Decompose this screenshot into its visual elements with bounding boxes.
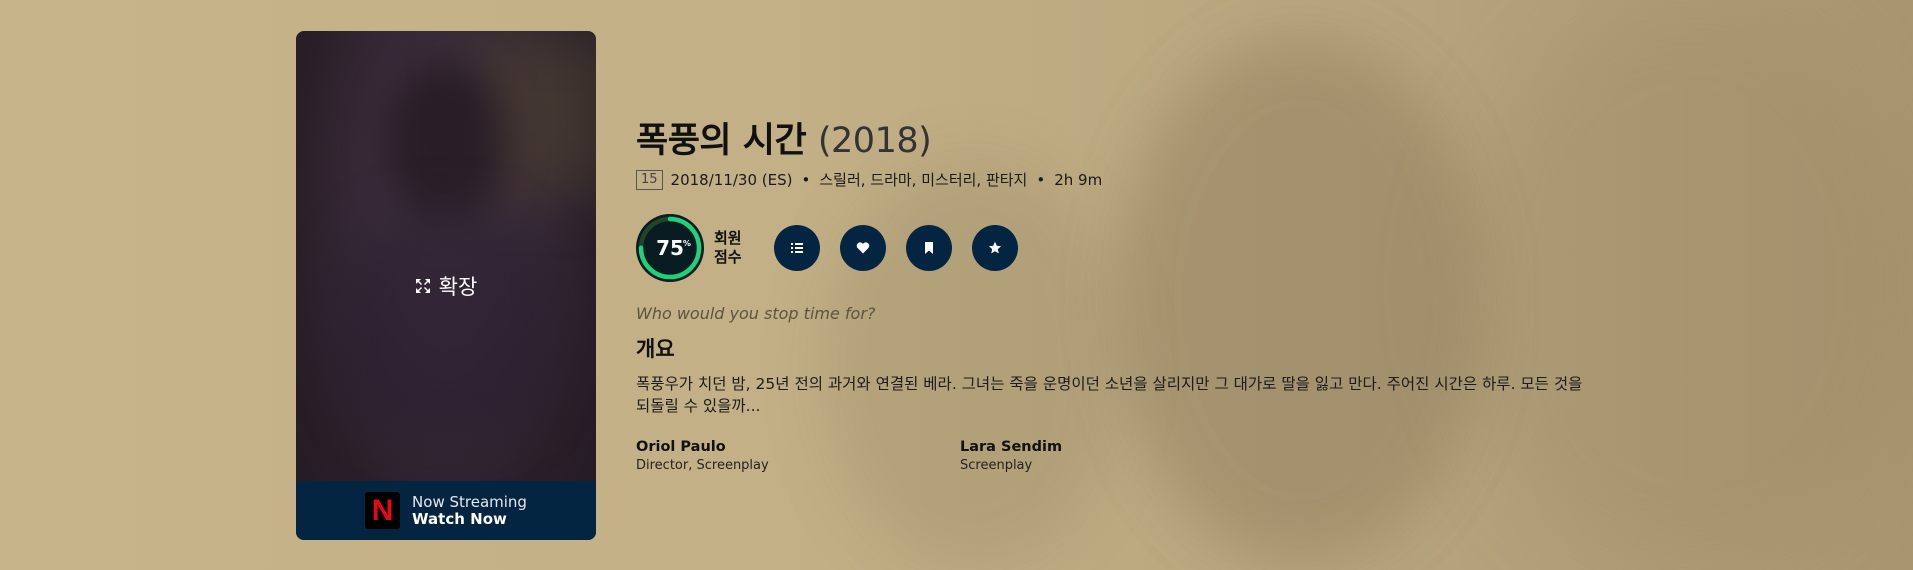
crew-member: Oriol Paulo Director, Screenplay [636,439,960,473]
score-label: 회원 점수 [714,229,742,266]
rate-button[interactable] [972,225,1018,271]
tagline: Who would you stop time for? [636,304,876,323]
score-value: 75 [656,236,684,260]
actions-bar: 75% 회원 점수 [636,214,1636,282]
crew-name[interactable]: Lara Sendim [960,439,1284,455]
now-streaming-label: Now Streaming [412,492,527,511]
movie-info: 폭풍의 시간 (2018) 15 2018/11/30 (ES) • 스릴러, … [636,112,1636,473]
overview-heading: 개요 [636,337,675,361]
crew-name[interactable]: Oriol Paulo [636,439,960,455]
expand-button[interactable]: 확장 [296,271,596,301]
crew-member: Lara Sendim Screenplay [960,439,1284,473]
page-title: 폭풍의 시간 (2018) [636,112,1636,163]
watch-now-link[interactable]: Watch Now [412,510,527,528]
expand-icon [415,279,430,293]
release-date: 2018/11/30 (ES) [670,170,793,189]
certification-badge: 15 [636,169,663,190]
bookmark-icon [925,242,933,254]
list-icon [791,243,803,253]
now-streaming-banner[interactable]: N Now Streaming Watch Now [296,481,596,540]
favorite-button[interactable] [840,225,886,271]
user-score-chart[interactable]: 75% [636,214,704,282]
crew-role: Director, Screenplay [636,458,769,473]
crew-list: Oriol Paulo Director, Screenplay Lara Se… [636,439,1636,473]
netflix-logo-icon: N [365,492,401,529]
watchlist-button[interactable] [906,225,952,271]
expand-label: 확장 [438,275,478,299]
score-unit: % [682,239,691,248]
heart-icon [856,242,870,254]
movie-title[interactable]: 폭풍의 시간 [636,121,807,161]
genres[interactable]: 스릴러, 드라마, 미스터리, 판타지 [819,169,1027,190]
overview-text: 폭풍우가 치던 밤, 25년 전의 과거와 연결된 베라. 그녀는 죽을 운명이… [636,375,1583,415]
movie-year: (2018) [817,121,932,161]
runtime: 2h 9m [1054,170,1103,189]
poster[interactable]: 확장 N Now Streaming Watch Now [296,31,596,540]
star-icon [988,241,1002,254]
separator: • [1036,170,1046,189]
separator: • [801,170,811,189]
crew-role: Screenplay [960,458,1033,473]
movie-facts: 15 2018/11/30 (ES) • 스릴러, 드라마, 미스터리, 판타지… [636,169,1636,190]
add-to-list-button[interactable] [774,225,820,271]
